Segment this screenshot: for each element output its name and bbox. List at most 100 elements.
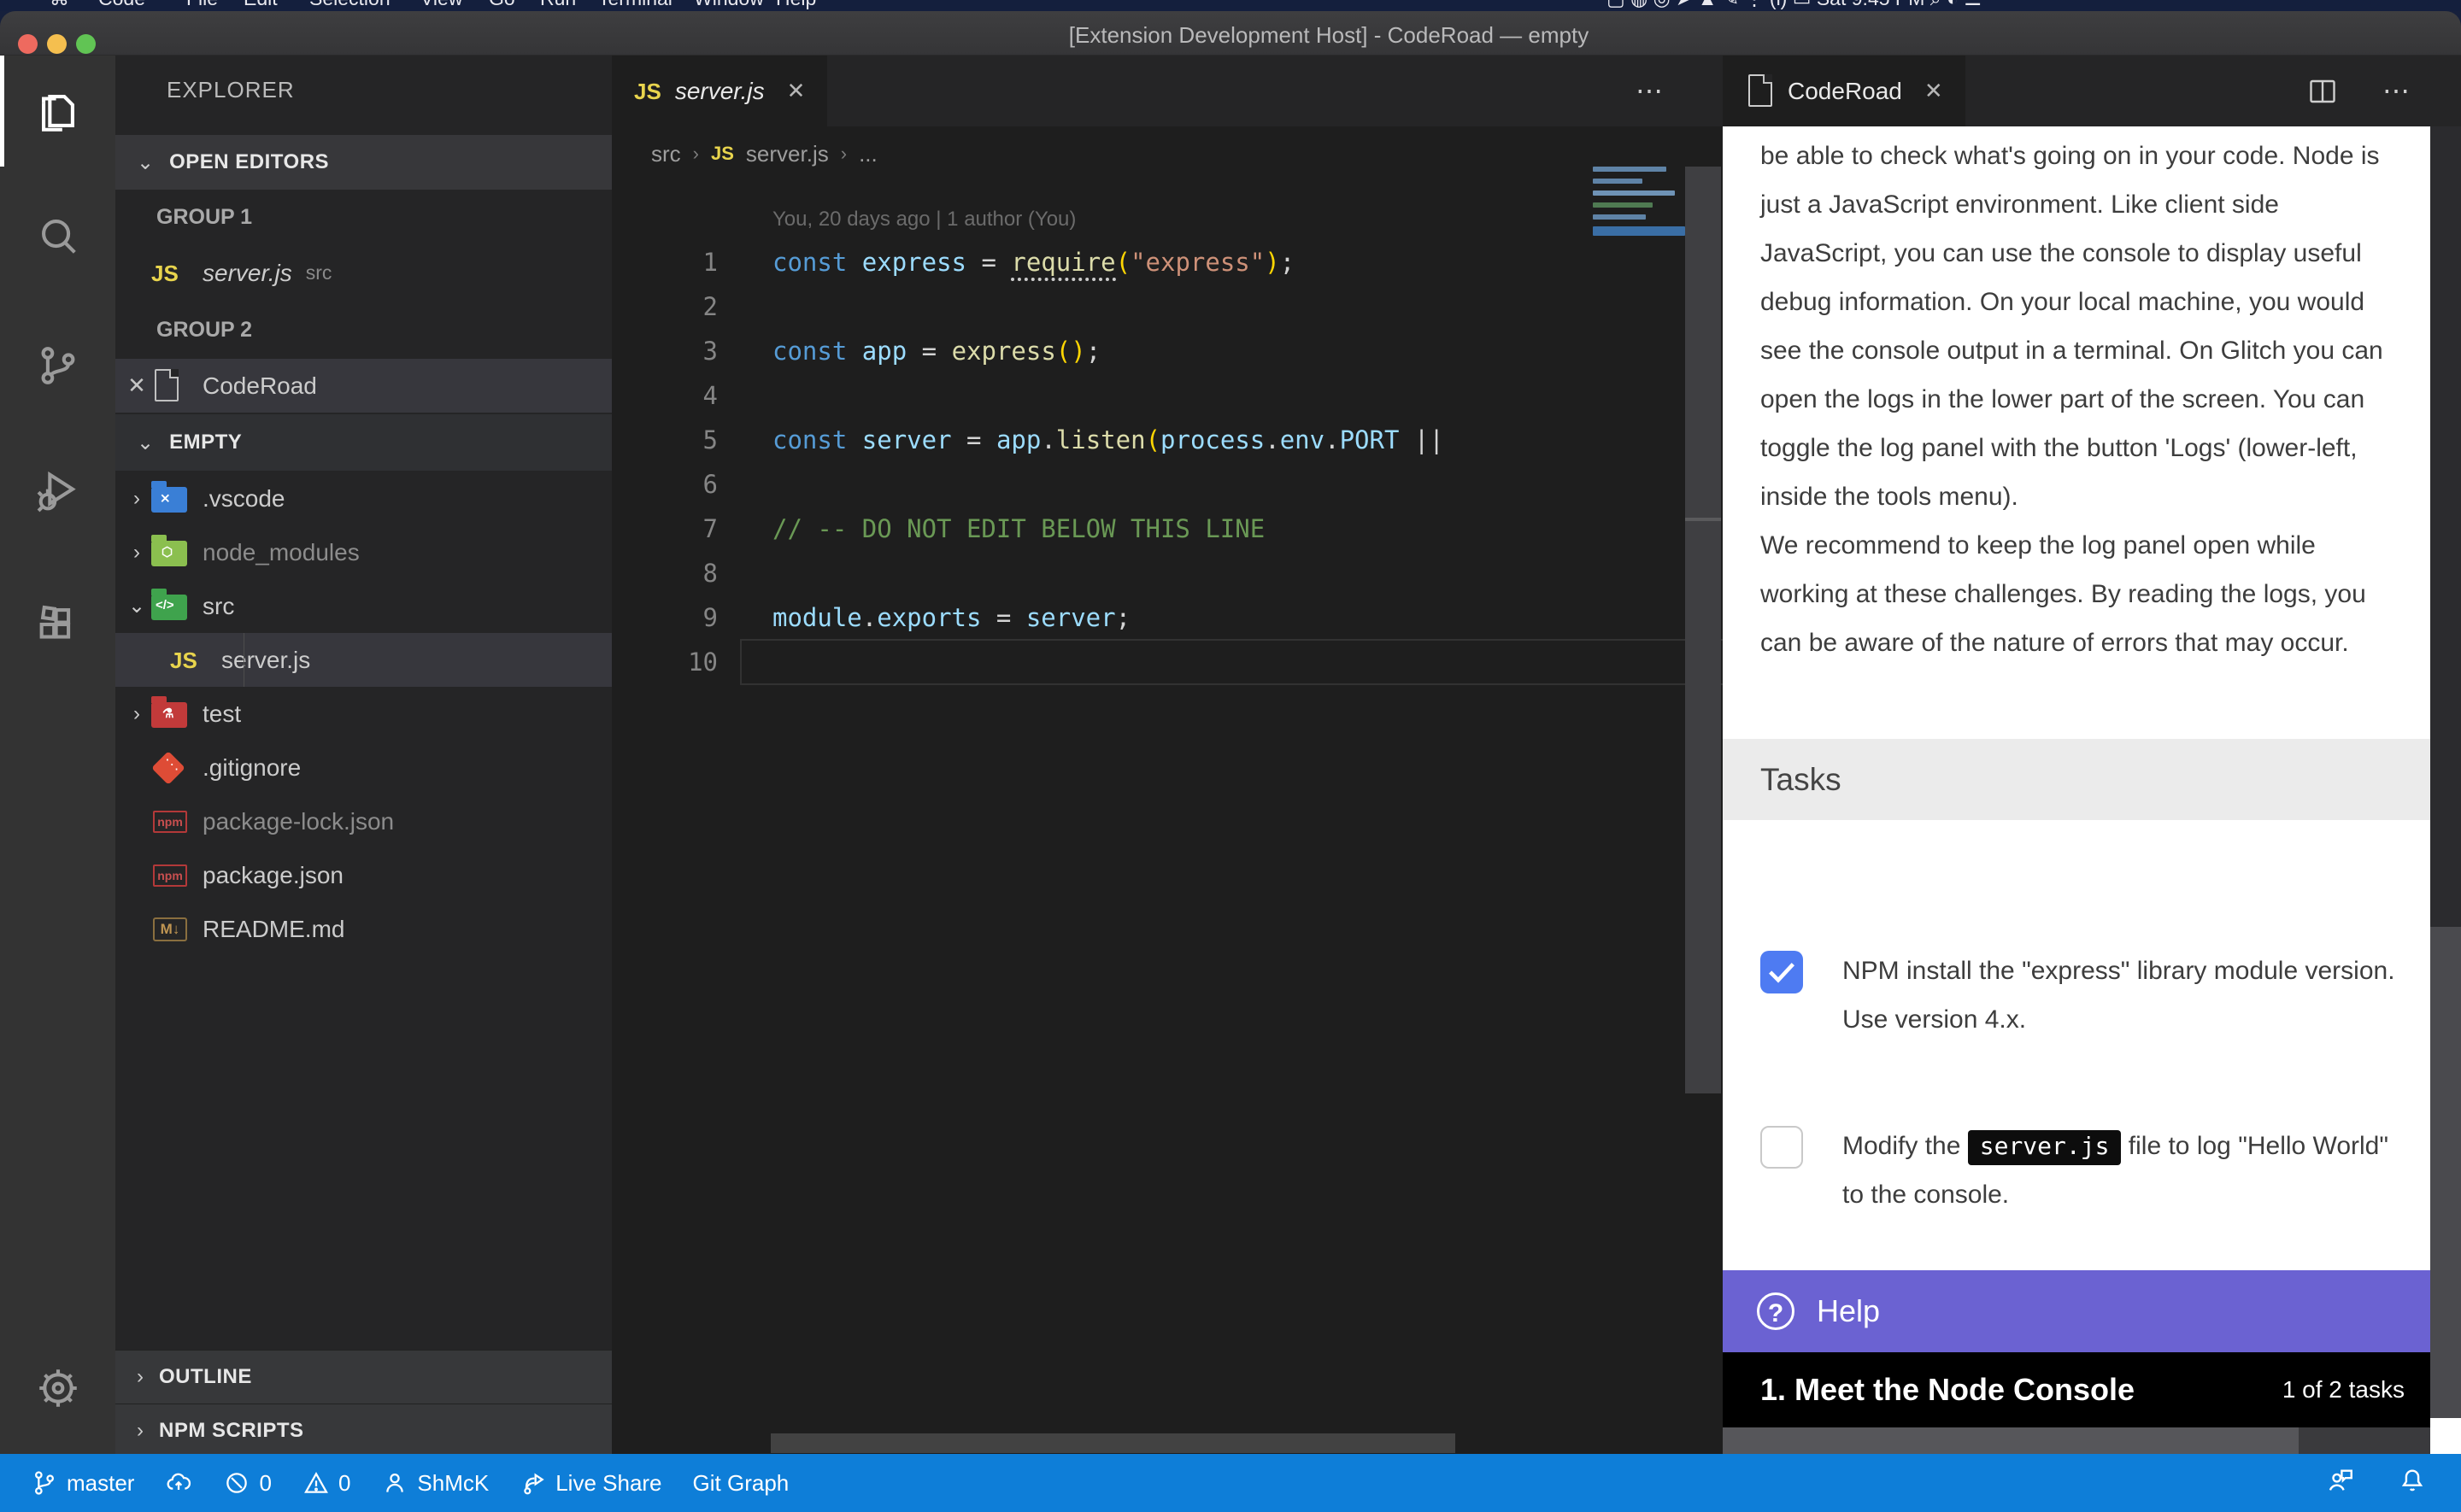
feedback-icon[interactable] bbox=[2326, 1466, 2355, 1501]
document-icon bbox=[151, 369, 191, 403]
open-editors-group-label: GROUP 1 bbox=[156, 205, 252, 230]
close-tab-icon[interactable]: ✕ bbox=[1924, 78, 1943, 104]
code-line-8: 8 bbox=[612, 551, 1685, 595]
tab-server-js[interactable]: JS server.js ✕ bbox=[612, 56, 827, 126]
code-line-5: 5const server = app.listen(process.env.P… bbox=[612, 418, 1685, 462]
breadcrumb-separator: › bbox=[693, 143, 699, 165]
line-number: 1 bbox=[612, 240, 718, 284]
editor-horizontal-scrollbar[interactable] bbox=[771, 1433, 1455, 1453]
extensions-icon[interactable] bbox=[0, 569, 115, 680]
task-text: Modify the server.js file to log "Hello … bbox=[1842, 1122, 2410, 1219]
close-window-button[interactable] bbox=[18, 34, 38, 54]
breadcrumb-item[interactable]: src bbox=[651, 141, 681, 167]
status-item-git-graph[interactable]: Git Graph bbox=[693, 1470, 790, 1497]
editor-actions-more-icon[interactable]: ⋯ bbox=[1636, 74, 1665, 107]
node-modules-folder-icon: ⬡ bbox=[151, 536, 191, 570]
tree-item-package-lock-json[interactable]: npmpackage-lock.json bbox=[115, 794, 612, 848]
tree-item-test[interactable]: ›⚗test bbox=[115, 687, 612, 741]
line-number: 5 bbox=[612, 418, 718, 462]
menu-item-go[interactable]: Go bbox=[489, 0, 515, 10]
tasks-section-header: Tasks bbox=[1723, 739, 2430, 820]
tree-item-readme-md[interactable]: M↓README.md bbox=[115, 902, 612, 956]
chevron-right-icon: › bbox=[122, 541, 151, 565]
breadcrumb[interactable]: src›JSserver.js›... bbox=[651, 137, 878, 171]
minimap[interactable] bbox=[1593, 167, 1685, 236]
open-editor-item-coderoad[interactable]: ✕ CodeRoad bbox=[115, 359, 612, 413]
breadcrumb-item[interactable]: server.js bbox=[746, 141, 829, 167]
menu-item-window[interactable]: Window bbox=[694, 0, 764, 10]
editor-vertical-scrollbar[interactable] bbox=[1685, 167, 1721, 1093]
open-editors-header[interactable]: ⌄ OPEN EDITORS bbox=[115, 135, 612, 190]
markdown-icon: M↓ bbox=[151, 912, 191, 946]
help-bar[interactable]: ? Help bbox=[1723, 1270, 2430, 1352]
source-control-icon[interactable] bbox=[0, 310, 115, 421]
bell-icon[interactable] bbox=[2398, 1466, 2427, 1501]
line-number: 3 bbox=[612, 329, 718, 373]
vscode-folder-icon: ⨯ bbox=[151, 482, 191, 516]
tab-coderoad[interactable]: CodeRoad ✕ bbox=[1723, 56, 1965, 126]
run-debug-icon[interactable] bbox=[0, 436, 115, 547]
js-file-icon: JS bbox=[634, 74, 661, 108]
split-editor-icon[interactable] bbox=[2307, 76, 2338, 107]
line-number: 8 bbox=[612, 551, 718, 595]
status-item-0[interactable]: 0 bbox=[223, 1469, 271, 1497]
task-item: NPM install the "express" library module… bbox=[1760, 946, 2410, 1044]
checkbox-unchecked[interactable] bbox=[1760, 1126, 1803, 1169]
tree-item--gitignore[interactable]: .gitignore bbox=[115, 741, 612, 794]
menu-item-selection[interactable]: Selection bbox=[309, 0, 391, 10]
level-footer[interactable]: 1. Meet the Node Console 1 of 2 tasks bbox=[1723, 1352, 2430, 1427]
files-icon[interactable] bbox=[0, 56, 115, 167]
chevron-right-icon: › bbox=[137, 1365, 144, 1389]
tree-item-server-js[interactable]: JSserver.js bbox=[115, 633, 612, 687]
js-file-icon: JS bbox=[151, 256, 191, 290]
file-name: test bbox=[203, 700, 241, 728]
tree-item-package-json[interactable]: npmpackage.json bbox=[115, 848, 612, 902]
menu-item-view[interactable]: View bbox=[420, 0, 462, 10]
checkbox-checked[interactable] bbox=[1760, 951, 1803, 993]
webview-vertical-scrollbar[interactable] bbox=[2430, 126, 2461, 1454]
coderoad-more-actions-icon[interactable]: ⋯ bbox=[2382, 74, 2412, 107]
code-line-4: 4 bbox=[612, 373, 1685, 418]
breadcrumb-separator: › bbox=[841, 143, 847, 165]
npm-icon: npm bbox=[151, 859, 191, 893]
menu-item-terminal[interactable]: Terminal bbox=[598, 0, 673, 10]
chevron-right-icon: › bbox=[137, 1419, 144, 1443]
open-editor-item-server-js[interactable]: JSserver.jssrc bbox=[115, 246, 612, 300]
tree-item--vscode[interactable]: ›⨯.vscode bbox=[115, 472, 612, 525]
inline-code-chip: server.js bbox=[1968, 1130, 2122, 1165]
settings-gear-icon[interactable] bbox=[0, 1333, 115, 1444]
tree-item-src[interactable]: ⌄</>src bbox=[115, 579, 612, 633]
status-item-shmck[interactable]: ShMcK bbox=[381, 1469, 489, 1497]
file-name: CodeRoad bbox=[203, 372, 317, 400]
menu-item-help[interactable]: Help bbox=[776, 0, 816, 10]
menu-item-run[interactable]: Run bbox=[540, 0, 576, 10]
breadcrumb-item[interactable]: ... bbox=[859, 141, 878, 167]
status-item-live-share[interactable]: Live Share bbox=[520, 1469, 661, 1497]
search-icon[interactable] bbox=[0, 180, 115, 291]
task-text: NPM install the "express" library module… bbox=[1842, 946, 2410, 1044]
section-header-npm-scripts[interactable]: ›NPM SCRIPTS bbox=[115, 1404, 612, 1454]
folder-section-header[interactable]: ⌄ EMPTY bbox=[115, 414, 612, 471]
status-label: 0 bbox=[338, 1470, 350, 1497]
status-item-0[interactable]: 0 bbox=[302, 1469, 350, 1497]
git-icon bbox=[151, 751, 191, 785]
close-icon[interactable]: ✕ bbox=[122, 372, 151, 399]
code-line-1: 1const express = require("express"); bbox=[612, 240, 1685, 284]
webview-horizontal-scrollbar[interactable] bbox=[1723, 1427, 2430, 1454]
status-item-cloud-upload[interactable] bbox=[165, 1469, 192, 1497]
gitlens-blame-annotation: You, 20 days ago | 1 author (You) bbox=[772, 208, 1076, 231]
code-line-6: 6 bbox=[612, 462, 1685, 507]
menu-item-code[interactable]: Code bbox=[98, 0, 145, 10]
code-line-9: 9module.exports = server; bbox=[612, 595, 1685, 640]
menu-item-file[interactable]: File bbox=[186, 0, 218, 10]
tree-item-node-modules[interactable]: ›⬡node_modules bbox=[115, 525, 612, 579]
minimize-window-button[interactable] bbox=[47, 34, 67, 54]
status-label: Live Share bbox=[555, 1470, 661, 1497]
code-editor-group: JS server.js ✕ ⋯ src › JS server.js ›... You… bbox=[612, 56, 1723, 1454]
zoom-window-button[interactable] bbox=[76, 34, 96, 54]
close-tab-icon[interactable]: ✕ bbox=[787, 78, 806, 104]
status-item-master[interactable]: master bbox=[31, 1469, 134, 1497]
menu-item-apple[interactable]: ⌘ bbox=[50, 0, 69, 10]
menu-item-edit[interactable]: Edit bbox=[244, 0, 278, 10]
section-header-outline[interactable]: ›OUTLINE bbox=[115, 1350, 612, 1404]
